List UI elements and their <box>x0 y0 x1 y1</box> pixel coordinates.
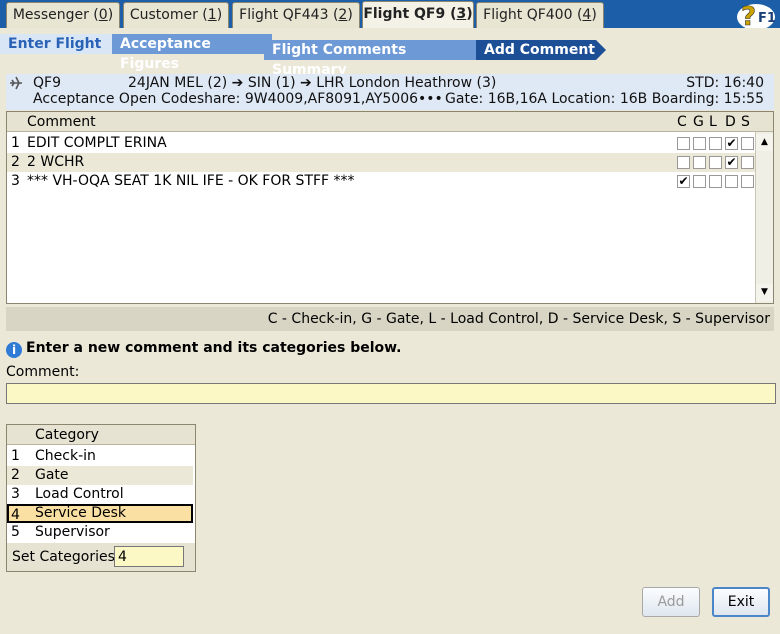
checkbox-s[interactable] <box>741 175 754 188</box>
category-label: Service Desk <box>35 505 126 521</box>
col-header-c: C <box>677 114 687 130</box>
category-number: 5 <box>11 524 20 540</box>
tab-flight-qf400[interactable]: Flight QF400 (4) <box>476 2 604 28</box>
plane-icon <box>8 75 24 95</box>
checkbox-l[interactable] <box>709 156 722 169</box>
tab-label: Flight QF9 <box>363 6 446 22</box>
checkbox-s[interactable] <box>741 156 754 169</box>
category-item-check-in[interactable]: 1 Check-in <box>7 447 193 466</box>
tab-shortcut: 3 <box>456 6 467 22</box>
tab-label: Messenger <box>12 7 89 23</box>
row-comment: *** VH-OQA SEAT 1K NIL IFE - OK FOR STFF… <box>27 173 355 189</box>
tab-shortcut: 1 <box>207 7 217 23</box>
comment-field-label: Comment: <box>6 364 80 380</box>
category-label: Supervisor <box>35 524 110 540</box>
row-number: 1 <box>11 135 20 151</box>
category-label: Load Control <box>35 486 124 502</box>
checkbox-d[interactable] <box>725 175 738 188</box>
tab-shortcut: 0 <box>98 7 108 23</box>
scroll-down-icon[interactable]: ▼ <box>756 284 773 301</box>
checkbox-l[interactable] <box>709 175 722 188</box>
tab-messenger[interactable]: Messenger (0) <box>6 2 120 28</box>
checkbox-g[interactable] <box>693 156 706 169</box>
step-enter-flight[interactable]: Enter Flight <box>0 34 118 54</box>
table-row[interactable]: 3 *** VH-OQA SEAT 1K NIL IFE - OK FOR ST… <box>7 172 755 191</box>
set-categories-label: Set Categories: <box>12 549 120 565</box>
checkbox-s[interactable] <box>741 137 754 150</box>
category-item-service-desk[interactable]: 4 Service Desk <box>7 504 193 523</box>
col-header-l: L <box>709 114 717 130</box>
add-button[interactable]: Add <box>642 587 700 617</box>
info-icon: i <box>6 342 22 358</box>
flight-std: STD: 16:40 <box>686 75 764 91</box>
checkbox-c[interactable]: ✔ <box>677 175 690 188</box>
flight-number: QF9 <box>33 75 61 91</box>
category-item-gate[interactable]: 2 Gate <box>7 466 193 485</box>
col-header-g: G <box>693 114 704 130</box>
step-acceptance-figures[interactable]: Acceptance Figures <box>112 34 272 72</box>
step-flight-comments-summary[interactable]: Flight Comments Summary <box>264 40 478 78</box>
checkbox-d[interactable]: ✔ <box>725 137 738 150</box>
comments-table: Comment C G L D S 1 EDIT COMPLT ERINA ✔ … <box>6 111 774 304</box>
step-arrow-icon <box>596 40 606 60</box>
col-header-d: D <box>725 114 736 130</box>
top-tab-bar: Messenger (0) Customer (1) Flight QF443 … <box>0 0 780 28</box>
row-comment: EDIT COMPLT ERINA <box>27 135 167 151</box>
tab-customer[interactable]: Customer (1) <box>123 2 229 28</box>
help-shortcut-label: F1 <box>758 11 776 26</box>
svg-text:?: ? <box>741 2 756 30</box>
tab-shortcut: 4 <box>582 7 592 23</box>
step-label: Flight Comments Summary <box>272 42 407 78</box>
comments-table-header: Comment C G L D S <box>7 112 773 132</box>
step-label: Enter Flight <box>8 36 102 52</box>
tab-shortcut: 2 <box>338 7 348 23</box>
tab-label: Flight QF400 <box>483 7 573 23</box>
flight-info-panel: QF9 24JAN MEL (2) ➔ SIN (1) ➔ LHR London… <box>6 74 774 110</box>
tab-flight-qf9[interactable]: Flight QF9 (3) <box>362 1 474 28</box>
comment-input[interactable] <box>6 383 776 404</box>
scroll-up-icon[interactable]: ▲ <box>756 134 773 151</box>
flight-route: 24JAN MEL (2) ➔ SIN (1) ➔ LHR London Hea… <box>128 75 497 91</box>
help-icon[interactable]: ? F1 <box>732 0 776 32</box>
category-legend: C - Check-in, G - Gate, L - Load Control… <box>6 307 774 331</box>
category-label: Check-in <box>35 448 96 464</box>
checkbox-l[interactable] <box>709 137 722 150</box>
step-label: Acceptance Figures <box>120 36 211 72</box>
category-column-header: Category <box>35 427 99 443</box>
col-header-s: S <box>741 114 750 130</box>
tab-label: Flight QF443 <box>239 7 329 23</box>
step-label: Add Comment <box>484 42 595 58</box>
category-number: 1 <box>11 448 20 464</box>
set-categories-input[interactable] <box>114 546 184 567</box>
tab-label: Customer <box>129 7 198 23</box>
row-number: 3 <box>11 173 20 189</box>
exit-button[interactable]: Exit <box>712 587 770 617</box>
step-breadcrumb: Enter Flight Acceptance Figures Flight C… <box>0 28 780 78</box>
category-item-load-control[interactable]: 3 Load Control <box>7 485 193 504</box>
checkbox-c[interactable] <box>677 156 690 169</box>
checkbox-g[interactable] <box>693 175 706 188</box>
category-label: Gate <box>35 467 69 483</box>
row-comment: 2 WCHR <box>27 154 85 170</box>
instruction-text: i Enter a new comment and its categories … <box>6 339 401 358</box>
row-number: 2 <box>11 154 20 170</box>
tab-flight-qf443[interactable]: Flight QF443 (2) <box>232 2 360 28</box>
flight-gate-info: Gate: 16B,16A Location: 16B Boarding: 15… <box>445 91 764 107</box>
flight-status: Acceptance Open <box>33 91 157 107</box>
category-number: 3 <box>11 486 20 502</box>
table-row[interactable]: 2 2 WCHR ✔ <box>7 153 755 172</box>
step-add-comment: Add Comment <box>476 40 606 60</box>
category-number: 2 <box>11 467 20 483</box>
comments-scrollbar[interactable]: ▲ ▼ <box>755 132 773 303</box>
checkbox-g[interactable] <box>693 137 706 150</box>
flight-codeshare: Codeshare: 9W4009,AF8091,AY5006••• <box>161 91 443 107</box>
category-list-header: Category <box>7 425 195 445</box>
checkbox-d[interactable]: ✔ <box>725 156 738 169</box>
category-item-supervisor[interactable]: 5 Supervisor <box>7 523 193 542</box>
checkbox-c[interactable] <box>677 137 690 150</box>
instruction-label: Enter a new comment and its categories b… <box>26 340 402 356</box>
comment-column-header: Comment <box>27 114 96 130</box>
table-row[interactable]: 1 EDIT COMPLT ERINA ✔ <box>7 134 755 153</box>
